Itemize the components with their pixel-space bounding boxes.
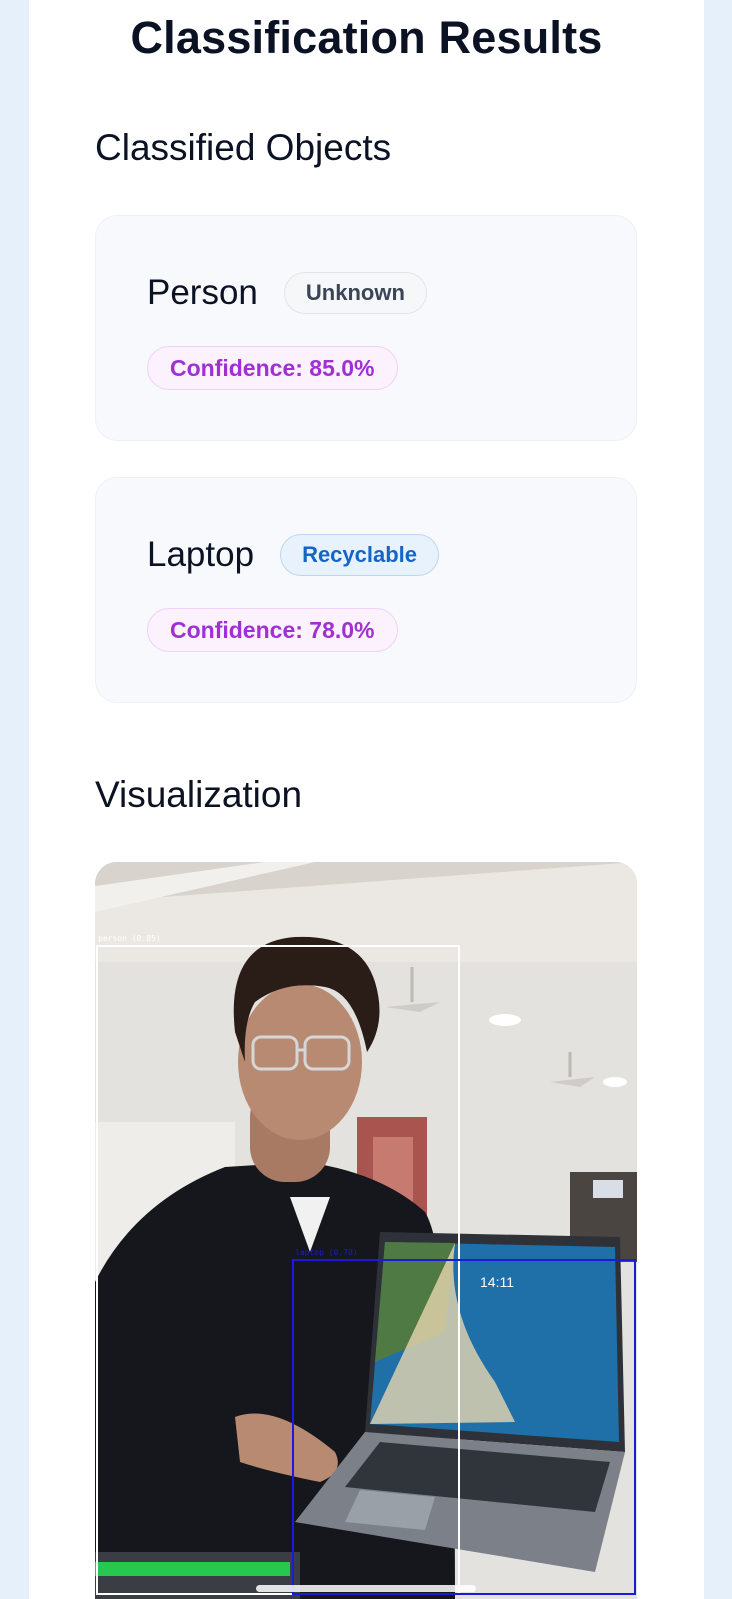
annotated-photo: 14:11 person (0.85) laptop (0.78) bbox=[95, 862, 637, 1599]
object-card-header: Person Unknown bbox=[147, 272, 427, 314]
classified-objects-heading: Classified Objects bbox=[95, 127, 392, 168]
results-panel: Classification Results Classified Object… bbox=[29, 0, 704, 1599]
ceiling-light bbox=[489, 1014, 521, 1026]
device-screen-bar bbox=[95, 1562, 290, 1576]
category-badge-recyclable: Recyclable bbox=[280, 534, 440, 576]
person-face bbox=[238, 984, 362, 1140]
object-name: Laptop bbox=[147, 535, 255, 574]
visualization-heading: Visualization bbox=[95, 774, 303, 815]
laptop-screen-time: 14:11 bbox=[480, 1274, 514, 1290]
confidence-badge: Confidence: 78.0% bbox=[147, 608, 398, 652]
laptop-detection-label: laptop (0.78) bbox=[295, 1248, 358, 1257]
object-name: Person bbox=[147, 273, 258, 312]
category-badge-unknown: Unknown bbox=[283, 272, 427, 314]
object-card-laptop: Laptop Recyclable Confidence: 78.0% bbox=[95, 477, 637, 703]
visualization-image: 14:11 person (0.85) laptop (0.78) bbox=[95, 862, 637, 1599]
confidence-badge: Confidence: 85.0% bbox=[147, 346, 398, 390]
home-indicator[interactable] bbox=[256, 1585, 476, 1592]
page-title: Classification Results bbox=[130, 12, 603, 63]
object-card-header: Laptop Recyclable bbox=[147, 534, 440, 576]
ceiling-light bbox=[603, 1077, 627, 1087]
wall-sign bbox=[593, 1180, 623, 1198]
object-card-person: Person Unknown Confidence: 85.0% bbox=[95, 215, 637, 441]
person-detection-label: person (0.85) bbox=[98, 934, 161, 943]
